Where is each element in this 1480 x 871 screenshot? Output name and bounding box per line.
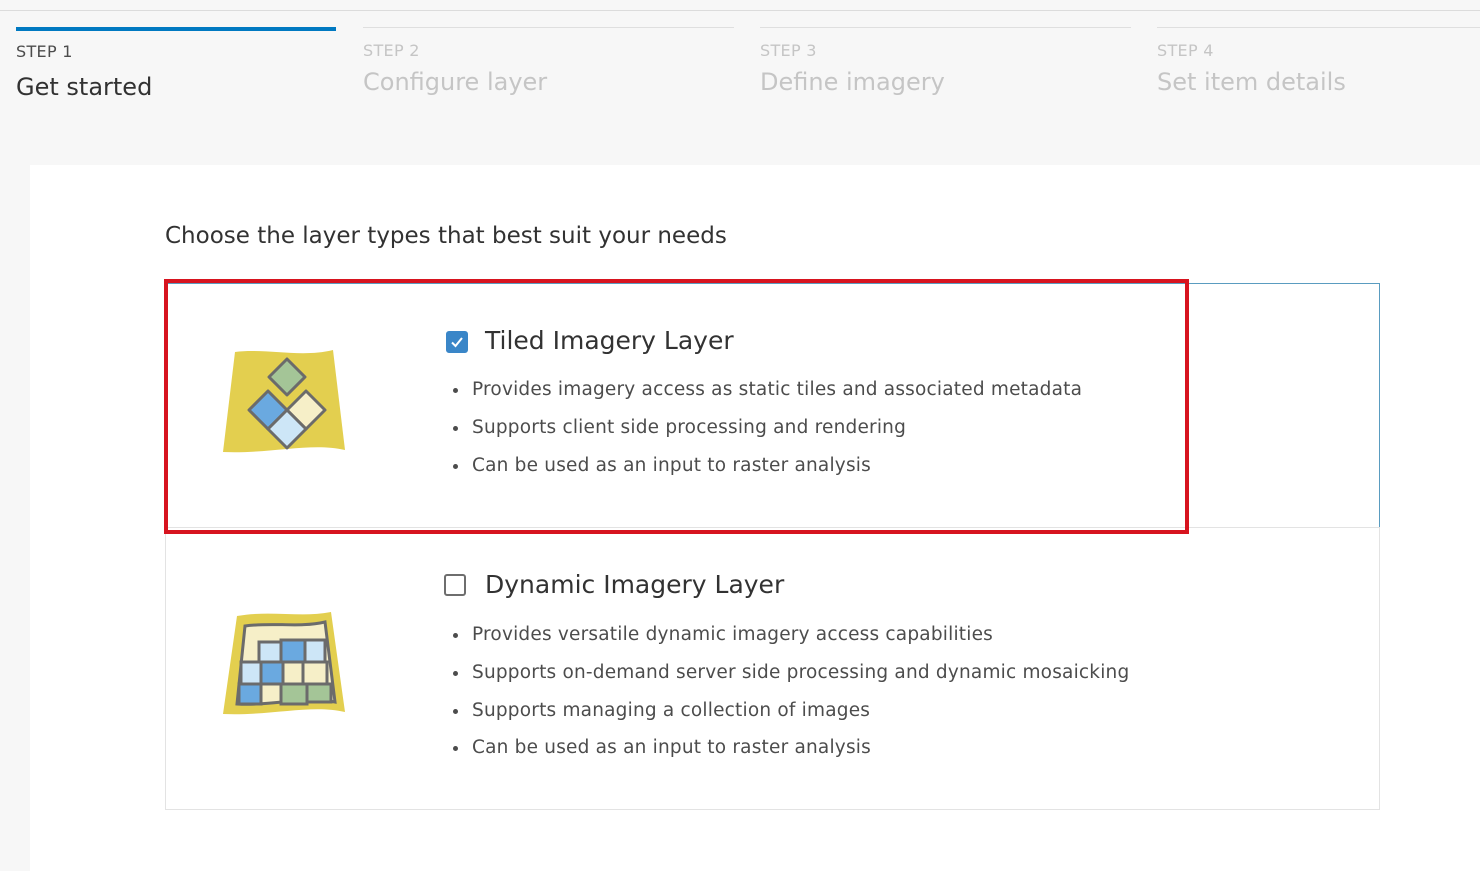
- list-item: Can be used as an input to raster analys…: [446, 454, 1082, 492]
- list-item: Provides imagery access as static tiles …: [446, 378, 1082, 416]
- dynamic-imagery-title[interactable]: Dynamic Imagery Layer: [485, 570, 784, 599]
- tiled-imagery-checkbox[interactable]: [446, 331, 468, 353]
- step-progress-bar: [1157, 27, 1480, 28]
- step-progress-bar: [760, 27, 1131, 28]
- tiled-imagery-features: Provides imagery access as static tiles …: [446, 378, 1082, 491]
- tiled-imagery-icon: [221, 346, 349, 462]
- list-item: Provides versatile dynamic imagery acces…: [446, 623, 1129, 661]
- tiled-imagery-layer-card[interactable]: Tiled Imagery Layer Provides imagery acc…: [165, 283, 1380, 528]
- list-item: Supports managing a collection of images: [446, 699, 1129, 737]
- step-title: Configure layer: [363, 68, 548, 96]
- step-progress-bar: [16, 27, 336, 31]
- step-set-item-details[interactable]: STEP 4 Set item details: [1157, 27, 1480, 117]
- dynamic-imagery-layer-card[interactable]: Dynamic Imagery Layer Provides versatile…: [165, 527, 1380, 810]
- dynamic-imagery-checkbox[interactable]: [444, 574, 466, 596]
- list-item: Supports client side processing and rend…: [446, 416, 1082, 454]
- step-progress-bar: [363, 27, 734, 28]
- dynamic-imagery-features: Provides versatile dynamic imagery acces…: [446, 623, 1129, 774]
- checkmark-icon: [451, 337, 463, 348]
- step-title: Set item details: [1157, 68, 1346, 96]
- stepper: STEP 1 Get started STEP 2 Configure laye…: [0, 0, 1480, 120]
- step-title: Get started: [16, 73, 153, 101]
- step-number: STEP 1: [16, 42, 73, 61]
- step-get-started[interactable]: STEP 1 Get started: [16, 27, 336, 117]
- step-configure-layer[interactable]: STEP 2 Configure layer: [363, 27, 734, 117]
- step-number: STEP 2: [363, 41, 420, 60]
- page-heading: Choose the layer types that best suit yo…: [165, 223, 727, 249]
- list-item: Can be used as an input to raster analys…: [446, 736, 1129, 774]
- step-title: Define imagery: [760, 68, 945, 96]
- list-item: Supports on-demand server side processin…: [446, 661, 1129, 699]
- step-define-imagery[interactable]: STEP 3 Define imagery: [760, 27, 1131, 117]
- step-number: STEP 3: [760, 41, 817, 60]
- tiled-imagery-title[interactable]: Tiled Imagery Layer: [485, 326, 734, 355]
- step-number: STEP 4: [1157, 41, 1214, 60]
- dynamic-imagery-icon: [221, 608, 349, 724]
